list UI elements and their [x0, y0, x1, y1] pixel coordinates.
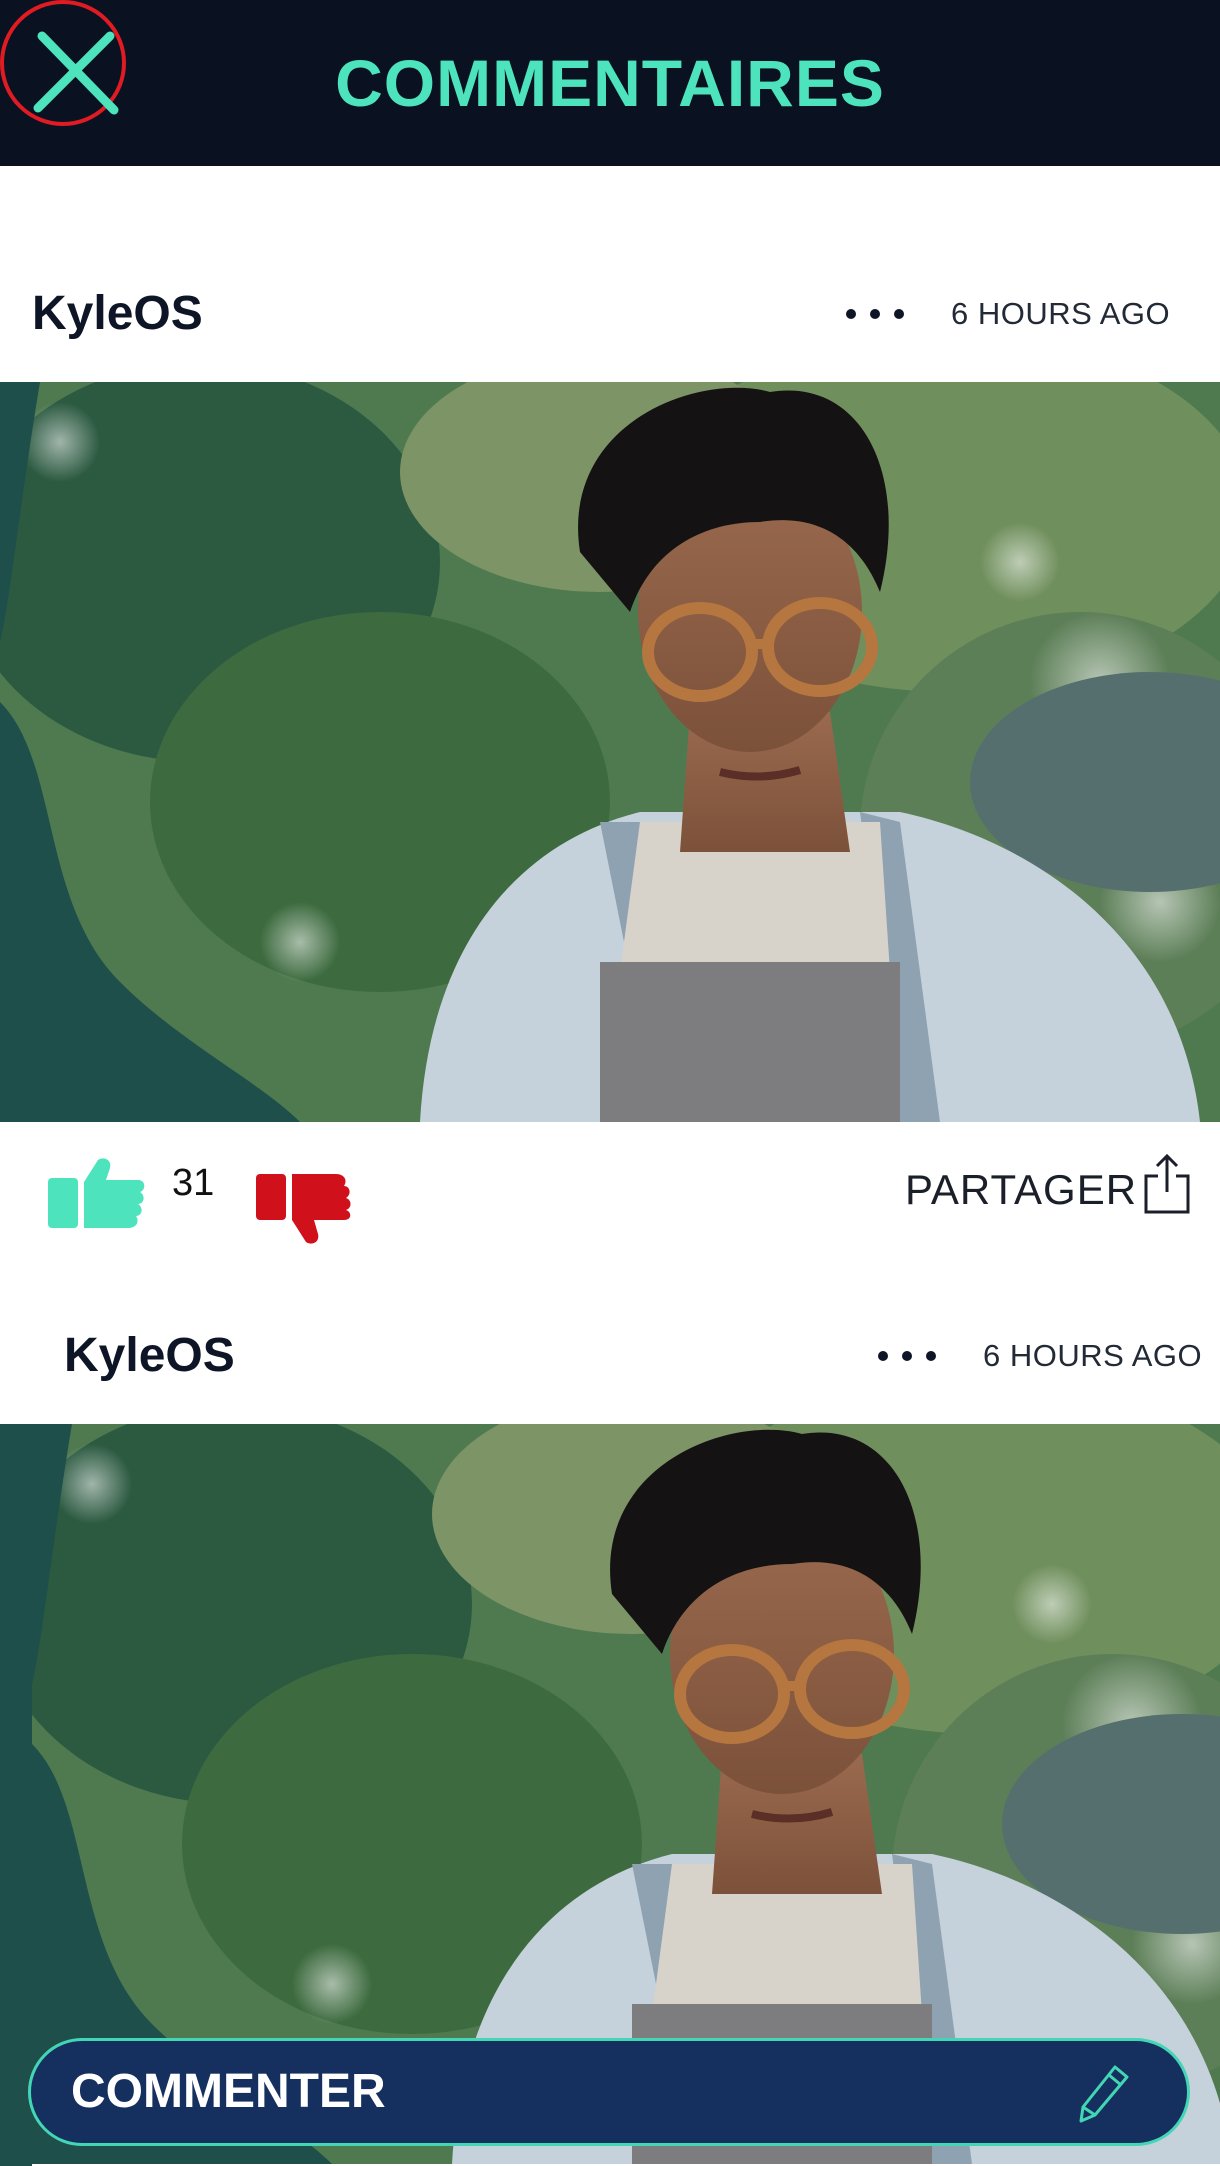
post-username[interactable]: KyleOS — [32, 264, 203, 364]
thumbs-up-icon[interactable] — [48, 1156, 146, 1228]
portrait-photo — [0, 382, 1220, 1122]
comment-composer-button[interactable]: COMMENTER — [28, 2038, 1190, 2146]
pencil-icon — [1079, 2065, 1129, 2123]
post-header: KyleOS 6 HOURS AGO — [0, 1306, 1220, 1406]
like-count: 31 — [172, 1162, 215, 1204]
post-header: KyleOS 6 HOURS AGO — [0, 264, 1220, 364]
more-dots-icon[interactable] — [840, 264, 910, 364]
page-title: COMMENTAIRES — [335, 46, 885, 120]
post-actions: 31 PARTAGER — [0, 1122, 1220, 1262]
post-timestamp: 6 HOURS AGO — [983, 1338, 1203, 1373]
share-icon[interactable] — [1142, 1154, 1192, 1214]
post-photo[interactable] — [0, 382, 1220, 1122]
share-button-label[interactable]: PARTAGER — [905, 1166, 1137, 1214]
post-username[interactable]: KyleOS — [64, 1306, 235, 1406]
post-timestamp: 6 HOURS AGO — [951, 296, 1171, 331]
comment-button-label: COMMENTER — [71, 2065, 386, 2118]
thumbs-down-icon[interactable] — [256, 1174, 354, 1246]
top-bar: COMMENTAIRES — [0, 0, 1220, 166]
more-dots-icon[interactable] — [872, 1306, 942, 1406]
